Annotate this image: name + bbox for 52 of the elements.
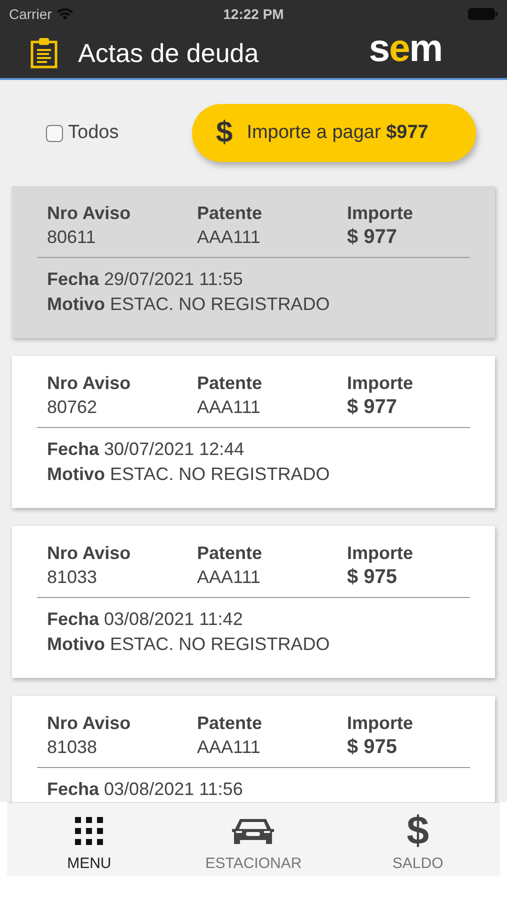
column-label: Nro Aviso <box>47 202 132 224</box>
checkbox-label: Todos <box>68 122 119 144</box>
brand-logo: sem <box>368 30 442 68</box>
column-label: Patente <box>197 542 264 564</box>
amount-value: $ 977 <box>347 395 398 420</box>
column-label: Importe <box>347 712 414 734</box>
tab-item[interactable]: ESTACIONAR <box>171 803 336 876</box>
dollar-icon: $ <box>406 813 429 849</box>
debt-card[interactable]: Nro Aviso Patente Importe 81038 AAA111 $ 975 Fecha 03/08/2021 11:56 <box>12 696 495 802</box>
tab-item[interactable]: $ SALDO <box>336 803 500 876</box>
notice-number: 80611 <box>47 226 97 249</box>
column-label: Importe <box>347 372 414 394</box>
pay-button[interactable]: $ Importe a pagar $977 <box>192 104 476 162</box>
debt-card[interactable]: Nro Aviso Patente Importe 80762 AAA111 $ 977 Fecha 30/07/2021 12:44 Motivo ESTAC. NO REGISTRADO <box>12 356 495 508</box>
notice-number: 81038 <box>47 736 98 759</box>
notice-number: 80762 <box>47 396 98 419</box>
reason-line: Motivo ESTAC. NO REGISTRADO <box>47 294 330 314</box>
reason-line: Motivo ESTAC. NO REGISTRADO <box>47 464 330 484</box>
reason-line: Motivo ESTAC. NO REGISTRADO <box>47 634 330 654</box>
dollar-icon: $ <box>216 116 233 150</box>
amount-value: $ 975 <box>347 735 398 760</box>
carrier-label: Carrier <box>9 6 52 22</box>
debt-card[interactable]: Nro Aviso Patente Importe 80611 AAA111 $ 977 Fecha 29/07/2021 11:55 Motivo ESTAC. NO REGISTRADO <box>12 186 495 338</box>
battery-icon <box>468 8 498 20</box>
debt-card[interactable]: Nro Aviso Patente Importe 81033 AAA111 $ 975 Fecha 03/08/2021 11:42 Motivo ESTAC. NO REGISTRADO <box>12 526 495 678</box>
date-line: Fecha 29/07/2021 11:55 <box>47 269 243 289</box>
date-line: Fecha 03/08/2021 11:56 <box>47 779 243 799</box>
checkbox[interactable] <box>46 124 63 142</box>
column-label: Patente <box>197 202 264 224</box>
amount-value: $ 977 <box>347 225 398 250</box>
column-label: Nro Aviso <box>47 542 132 564</box>
column-label: Importe <box>347 542 414 564</box>
car-icon <box>230 816 276 846</box>
date-line: Fecha 30/07/2021 12:44 <box>47 439 244 459</box>
clipboard-icon <box>30 37 58 69</box>
plate-number: AAA111 <box>197 566 262 589</box>
plate-number: AAA111 <box>197 736 262 759</box>
column-label: Nro Aviso <box>47 712 132 734</box>
date-line: Fecha 03/08/2021 11:42 <box>47 609 243 629</box>
notice-number: 81033 <box>47 566 98 589</box>
amount-value: $ 975 <box>347 565 398 590</box>
wifi-icon <box>56 8 73 20</box>
plate-number: AAA111 <box>197 226 262 249</box>
column-label: Nro Aviso <box>47 372 132 394</box>
column-label: Importe <box>347 202 414 224</box>
screen-title: Actas de deuda <box>78 38 259 68</box>
column-label: Patente <box>197 712 264 734</box>
grid-icon <box>74 816 104 846</box>
column-label: Patente <box>197 372 264 394</box>
clock-time: 12:22 PM <box>223 6 284 22</box>
tab-item[interactable]: MENU <box>7 803 172 876</box>
plate-number: AAA111 <box>197 396 262 419</box>
